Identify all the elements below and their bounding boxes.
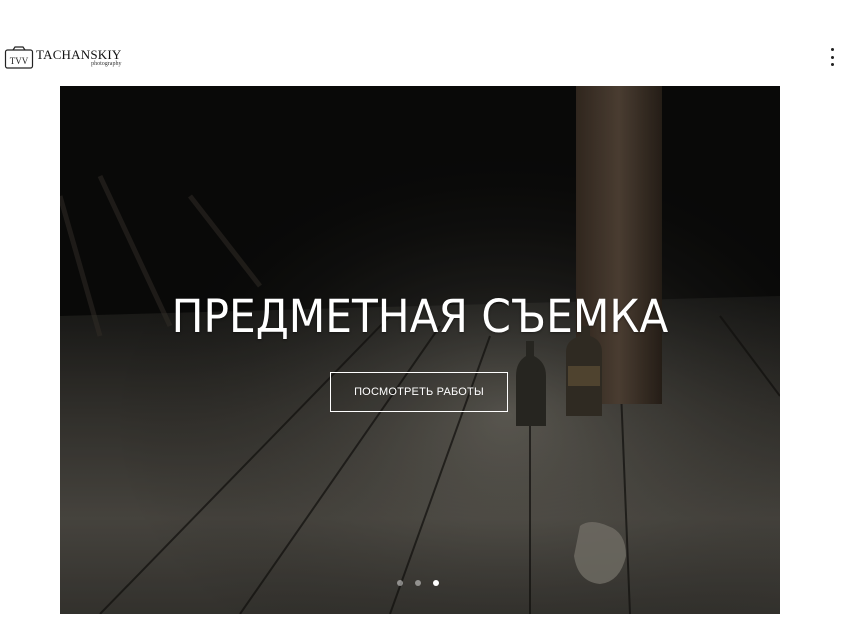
page: TVV TACHANSKIY photography ПРЕДМЕТНАЯ СЪ… (0, 0, 851, 639)
view-works-button[interactable]: ПОСМОТРЕТЬ РАБОТЫ (330, 372, 508, 412)
logo-name: TACHANSKIY (36, 46, 122, 62)
more-menu-button[interactable] (827, 48, 837, 66)
more-vertical-icon-dot (830, 63, 834, 66)
logo-mark-text: TVV (10, 56, 29, 66)
more-vertical-icon-dot (830, 55, 834, 59)
hero-slider[interactable]: ПРЕДМЕТНАЯ СЪЕМКА ПОСМОТРЕТЬ РАБОТЫ (60, 86, 780, 614)
hero-title: ПРЕДМЕТНАЯ СЪЕМКА (171, 290, 669, 343)
site-logo[interactable]: TVV TACHANSKIY photography (4, 44, 121, 70)
logo-subtitle: photography (91, 60, 122, 67)
logo-text: TACHANSKIY photography (36, 48, 121, 67)
slide-dot-1[interactable] (397, 580, 403, 586)
slide-dot-3[interactable] (433, 580, 439, 586)
slider-pagination (397, 580, 439, 586)
hero-background-image (60, 86, 780, 614)
more-vertical-icon (830, 48, 834, 51)
slide-dot-2[interactable] (415, 580, 421, 586)
camera-logo-icon: TVV (4, 46, 34, 69)
